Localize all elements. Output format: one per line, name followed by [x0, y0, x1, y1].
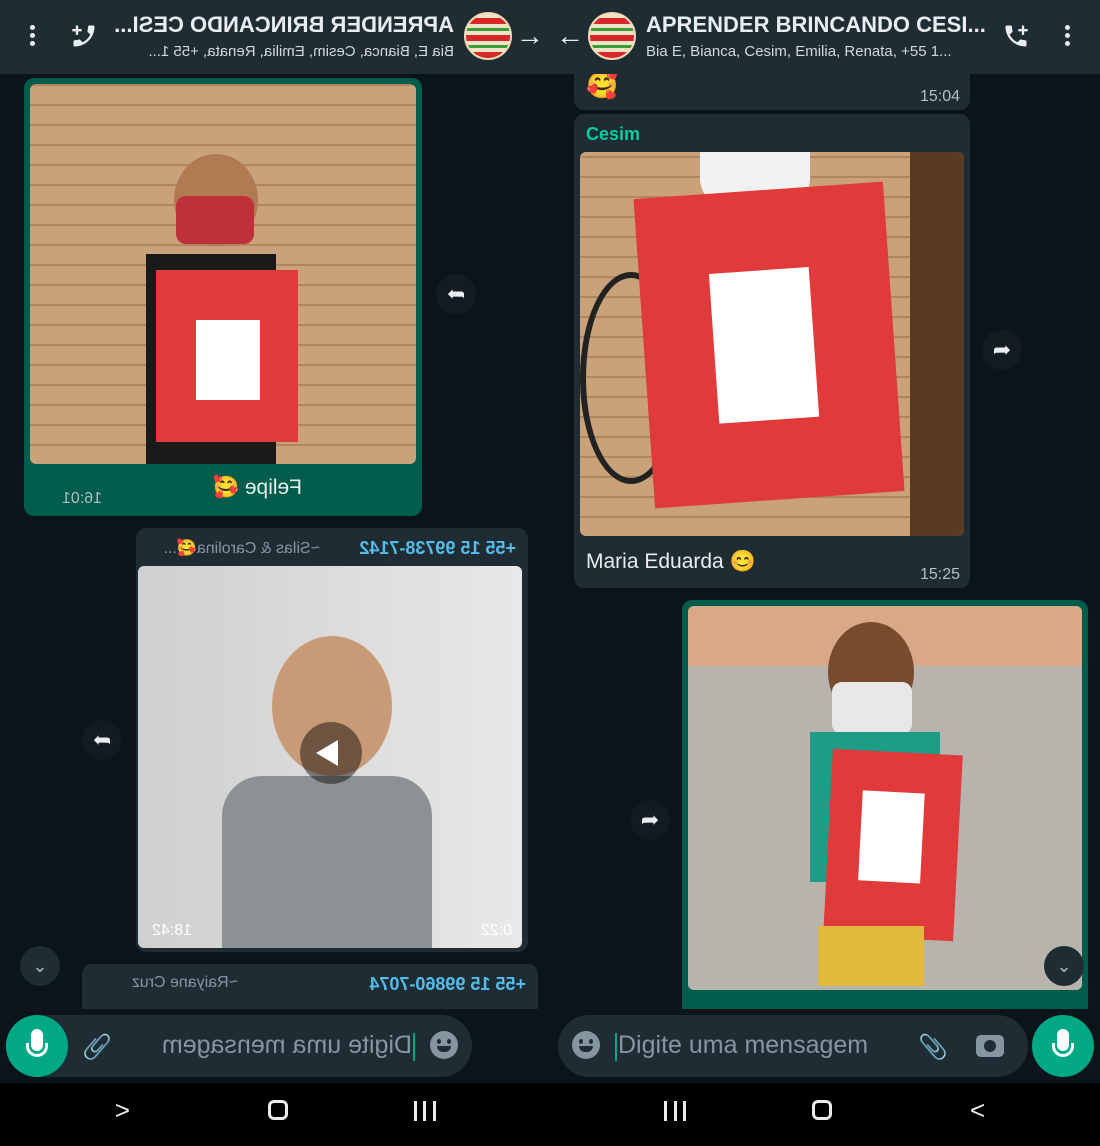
face-mask — [176, 196, 254, 244]
photo-boy[interactable] — [688, 606, 1082, 990]
back-button[interactable]: < — [970, 1095, 985, 1126]
attach-icon[interactable]: 📎 — [918, 1033, 948, 1062]
photo-maria-eduarda[interactable] — [580, 152, 964, 536]
message-input[interactable]: Digite uma mensagem — [618, 1031, 868, 1060]
group-members[interactable]: Bia E, Bianca, Cesim, Emilia, Renata, +5… — [148, 43, 454, 60]
face-mask — [832, 682, 912, 734]
sender-phone[interactable]: +55 15 99860-7074 — [369, 974, 526, 995]
red-card — [823, 748, 963, 942]
add-call-icon[interactable] — [1002, 22, 1030, 50]
chat-header: ← APRENDER BRINCANDO CESI... Bia E, Bian… — [0, 0, 550, 74]
sender-alias: ~Raiyane Cruz — [131, 974, 238, 991]
outgoing-photo-message[interactable] — [682, 600, 1088, 1009]
red-card — [156, 270, 298, 442]
video-duration: 0:22 — [480, 922, 512, 939]
child-shorts — [818, 926, 924, 986]
home-button[interactable] — [812, 1100, 832, 1120]
text-caret — [615, 1033, 617, 1061]
sender-name[interactable]: Cesim — [586, 124, 640, 145]
forward-icon[interactable]: ➦ — [982, 330, 1022, 370]
forward-icon[interactable]: ➦ — [436, 274, 476, 314]
forward-icon[interactable]: ➦ — [82, 720, 122, 760]
group-title[interactable]: APRENDER BRINCANDO CESI... — [114, 12, 454, 38]
back-arrow-icon[interactable]: ← — [556, 20, 584, 52]
message-list[interactable]: 🥰 15:04 Cesim Maria Eduarda 😊 15:25 ➦ ➦ … — [550, 74, 1100, 1009]
red-card — [633, 181, 905, 509]
message-time: 15:04 — [920, 88, 961, 105]
message-list[interactable]: Felipe 🥰 16:01 ➦ +55 15 99738-7142 ~Sila… — [0, 74, 550, 1009]
chat-header: ← APRENDER BRINCANDO CESI... Bia E, Bian… — [550, 0, 1100, 74]
message-composer: Digite uma mensagem 📎 — [0, 1009, 550, 1083]
group-title[interactable]: APRENDER BRINCANDO CESI... — [646, 12, 986, 38]
message-caption: Felipe 🥰 — [212, 476, 302, 499]
text-caret — [413, 1033, 415, 1061]
group-avatar[interactable] — [464, 12, 512, 60]
scroll-to-bottom-button[interactable]: ⌄ — [20, 946, 60, 986]
camera-icon[interactable] — [976, 1035, 1004, 1057]
recents-button[interactable] — [664, 1101, 686, 1121]
incoming-video-message[interactable]: +55 15 99738-7142 ~Silas & Carolina🥰... … — [136, 528, 528, 952]
message-input-box[interactable]: Digite uma mensagem 📎 — [6, 1015, 472, 1077]
message-time: 16:01 — [61, 490, 102, 507]
overflow-menu-icon[interactable] — [28, 22, 38, 50]
mic-button[interactable] — [1032, 1015, 1094, 1077]
sender-phone[interactable]: +55 15 99738-7142 — [359, 538, 516, 559]
system-navbar: < — [550, 1083, 1100, 1146]
sender-alias: ~Silas & Carolina🥰... — [163, 540, 320, 557]
chat-panel: ← APRENDER BRINCANDO CESI... Bia E, Bian… — [550, 0, 1100, 1146]
back-arrow-icon[interactable]: ← — [516, 20, 544, 52]
message-time: 15:25 — [920, 566, 961, 583]
incoming-photo-message[interactable]: Cesim Maria Eduarda 😊 15:25 — [574, 114, 970, 588]
system-navbar: < — [0, 1083, 550, 1146]
back-button[interactable]: < — [115, 1095, 130, 1126]
attach-icon[interactable]: 📎 — [82, 1033, 112, 1062]
door — [910, 152, 964, 536]
group-members[interactable]: Bia E, Bianca, Cesim, Emilia, Renata, +5… — [646, 43, 952, 60]
child-shirt — [222, 776, 432, 948]
outgoing-photo-message[interactable]: Felipe 🥰 16:01 — [24, 78, 422, 516]
message-composer: Digite uma mensagem 📎 — [550, 1009, 1100, 1083]
message-caption: Maria Eduarda 😊 — [586, 550, 756, 573]
home-button[interactable] — [268, 1100, 288, 1120]
play-icon[interactable] — [300, 722, 362, 784]
video-thumbnail[interactable]: 0:22 18:42 — [138, 566, 522, 948]
recents-button[interactable] — [414, 1101, 436, 1121]
incoming-message-partial[interactable]: +55 15 99860-7074 ~Raiyane Cruz — [82, 964, 538, 1009]
emoji-icon[interactable] — [572, 1031, 600, 1059]
group-avatar[interactable] — [588, 12, 636, 60]
emoji-icon[interactable] — [430, 1031, 458, 1059]
message-time: 18:42 — [151, 922, 192, 939]
incoming-message-partial[interactable]: 🥰 15:04 — [574, 74, 970, 110]
photo-felipe[interactable] — [30, 84, 416, 464]
mic-button[interactable] — [6, 1015, 68, 1077]
forward-icon[interactable]: ➦ — [630, 800, 670, 840]
message-input-box[interactable]: Digite uma mensagem 📎 — [558, 1015, 1028, 1077]
mirrored-chat-panel: ← APRENDER BRINCANDO CESI... Bia E, Bian… — [0, 0, 550, 1146]
message-input[interactable]: Digite uma mensagem — [162, 1031, 412, 1060]
scroll-to-bottom-button[interactable]: ⌄ — [1044, 946, 1084, 986]
add-call-icon[interactable] — [70, 22, 98, 50]
message-emoji: 🥰 — [586, 74, 619, 100]
overflow-menu-icon[interactable] — [1062, 22, 1072, 50]
